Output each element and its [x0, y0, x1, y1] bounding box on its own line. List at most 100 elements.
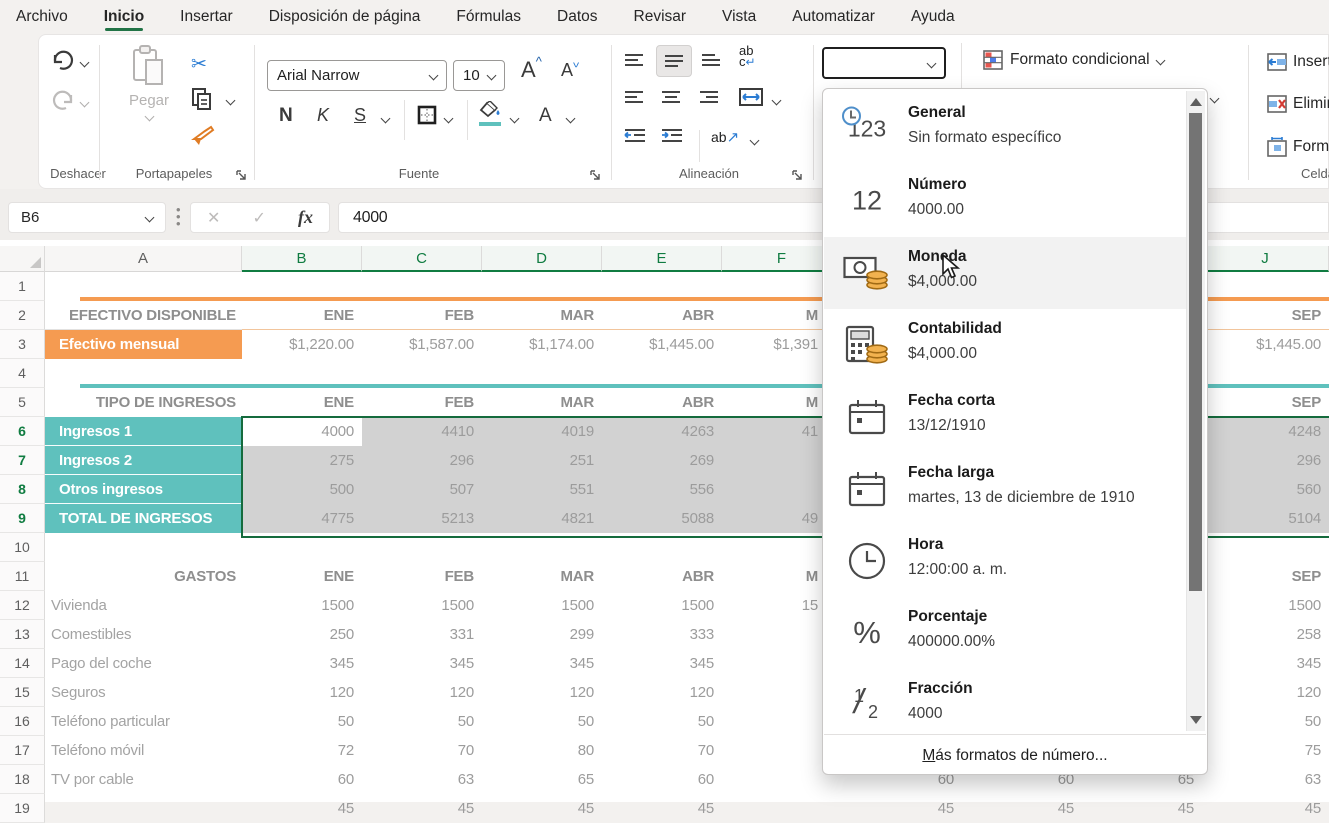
cell-B6[interactable]: 4000 — [242, 417, 362, 446]
col-header-D[interactable]: D — [482, 246, 602, 272]
cell-A16[interactable]: Teléfono particular — [45, 707, 242, 736]
cell-J15[interactable]: 120 — [1202, 678, 1329, 707]
conditional-formatting-button[interactable]: Formato condicional — [983, 50, 1164, 70]
cell-J7[interactable]: 296 — [1202, 446, 1329, 475]
font-name-combobox[interactable]: Arial Narrow — [267, 60, 447, 91]
align-right-button[interactable] — [699, 90, 719, 109]
redo-button[interactable] — [51, 90, 75, 117]
row-header-10[interactable]: 10 — [0, 533, 45, 562]
align-top-button[interactable] — [624, 53, 644, 72]
cell-C11[interactable]: FEB — [362, 562, 482, 591]
row-header-12[interactable]: 12 — [0, 591, 45, 620]
col-header-B[interactable]: B — [242, 246, 362, 272]
cell-D6[interactable]: 4019 — [482, 417, 602, 446]
increase-font-button[interactable]: A^ — [521, 57, 536, 83]
align-middle-button[interactable] — [656, 45, 692, 77]
cell-E2[interactable]: ABR — [602, 301, 722, 330]
cell-C2[interactable]: FEB — [362, 301, 482, 330]
cell-C14[interactable]: 345 — [362, 649, 482, 678]
cell-H19[interactable]: 45 — [962, 794, 1082, 823]
cell-E5[interactable]: ABR — [602, 388, 722, 417]
row-header-5[interactable]: 5 — [0, 388, 45, 417]
format-painter-button[interactable] — [191, 125, 215, 152]
italic-button[interactable]: K — [317, 105, 329, 126]
cell-B9[interactable]: 4775 — [242, 504, 362, 533]
cell-E6[interactable]: 4263 — [602, 417, 722, 446]
scrollbar-thumb[interactable] — [1189, 113, 1202, 591]
col-header-C[interactable]: C — [362, 246, 482, 272]
tab-automatizar[interactable]: Automatizar — [792, 0, 875, 34]
cell-B14[interactable]: 345 — [242, 649, 362, 678]
cell-B5[interactable]: ENE — [242, 388, 362, 417]
cell-A15[interactable]: Seguros — [45, 678, 242, 707]
tab-archivo[interactable]: Archivo — [16, 0, 68, 34]
cell-C12[interactable]: 1500 — [362, 591, 482, 620]
row-header-6[interactable]: 6 — [0, 417, 45, 446]
cell-D14[interactable]: 345 — [482, 649, 602, 678]
cell-D7[interactable]: 251 — [482, 446, 602, 475]
cell-E18[interactable]: 60 — [602, 765, 722, 794]
hidden-control-chevron[interactable] — [1210, 94, 1220, 104]
format-option-moneda[interactable]: Moneda$4,000.00 — [824, 237, 1186, 309]
tab-vista[interactable]: Vista — [722, 0, 756, 34]
cell-D13[interactable]: 299 — [482, 620, 602, 649]
cell-C9[interactable]: 5213 — [362, 504, 482, 533]
fuente-dialog-launcher[interactable] — [589, 168, 601, 180]
orientation-button[interactable]: ab↗ — [711, 128, 739, 146]
cell-B3[interactable]: $1,220.00 — [242, 330, 362, 359]
alineacion-dialog-launcher[interactable] — [791, 168, 803, 180]
align-left-button[interactable] — [624, 90, 644, 109]
cell-B17[interactable]: 72 — [242, 736, 362, 765]
row-header-18[interactable]: 18 — [0, 765, 45, 794]
copy-dropdown-chevron[interactable] — [226, 96, 236, 106]
cell-J11[interactable]: SEP — [1202, 562, 1329, 591]
cell-E19[interactable]: 45 — [602, 794, 722, 823]
align-center-button[interactable] — [661, 90, 681, 109]
cell-J3[interactable]: $1,445.00 — [1202, 330, 1329, 359]
cell-A14[interactable]: Pago del coche — [45, 649, 242, 678]
cell-B18[interactable]: 60 — [242, 765, 362, 794]
redo-dropdown-chevron[interactable] — [80, 98, 90, 108]
cell-A11[interactable]: GASTOS — [45, 562, 242, 591]
cell-B7[interactable]: 275 — [242, 446, 362, 475]
cell-E16[interactable]: 50 — [602, 707, 722, 736]
cell-D5[interactable]: MAR — [482, 388, 602, 417]
cell-D8[interactable]: 551 — [482, 475, 602, 504]
tab-datos[interactable]: Datos — [557, 0, 598, 34]
orientation-chevron[interactable] — [750, 136, 760, 146]
row-header-19[interactable]: 19 — [0, 794, 45, 823]
cell-B12[interactable]: 1500 — [242, 591, 362, 620]
cell-D11[interactable]: MAR — [482, 562, 602, 591]
cell-B13[interactable]: 250 — [242, 620, 362, 649]
row-header-14[interactable]: 14 — [0, 649, 45, 678]
format-option-general[interactable]: 123GeneralSin formato específico — [824, 93, 1186, 165]
decrease-indent-button[interactable] — [624, 128, 646, 149]
name-box-drag-dots[interactable]: ••• — [176, 206, 181, 227]
decrease-font-button[interactable]: A^ — [561, 60, 573, 81]
format-option-numero[interactable]: 12Número4000.00 — [824, 165, 1186, 237]
align-bottom-button[interactable] — [701, 53, 721, 72]
cell-A13[interactable]: Comestibles — [45, 620, 242, 649]
tab-ayuda[interactable]: Ayuda — [911, 0, 955, 34]
row-header-3[interactable]: 3 — [0, 330, 45, 359]
cell-C7[interactable]: 296 — [362, 446, 482, 475]
col-header-A[interactable]: A — [45, 246, 242, 272]
cell-J17[interactable]: 75 — [1202, 736, 1329, 765]
cell-J18[interactable]: 63 — [1202, 765, 1329, 794]
cell-J8[interactable]: 560 — [1202, 475, 1329, 504]
cut-button[interactable]: ✂ — [191, 53, 207, 76]
cell-B2[interactable]: ENE — [242, 301, 362, 330]
cell-D19[interactable]: 45 — [482, 794, 602, 823]
cell-E14[interactable]: 345 — [602, 649, 722, 678]
cell-J5[interactable]: SEP — [1202, 388, 1329, 417]
cell-J13[interactable]: 258 — [1202, 620, 1329, 649]
format-option-fecha-larga[interactable]: Fecha largamartes, 13 de diciembre de 19… — [824, 453, 1186, 525]
row-header-7[interactable]: 7 — [0, 446, 45, 475]
cell-A17[interactable]: Teléfono móvil — [45, 736, 242, 765]
format-option-porcentaje[interactable]: %Porcentaje400000.00% — [824, 597, 1186, 669]
row-header-16[interactable]: 16 — [0, 707, 45, 736]
cell-C5[interactable]: FEB — [362, 388, 482, 417]
cell-A3[interactable]: Efectivo mensual — [45, 330, 242, 359]
select-all-corner[interactable] — [0, 246, 45, 272]
number-format-combobox[interactable] — [822, 47, 946, 79]
